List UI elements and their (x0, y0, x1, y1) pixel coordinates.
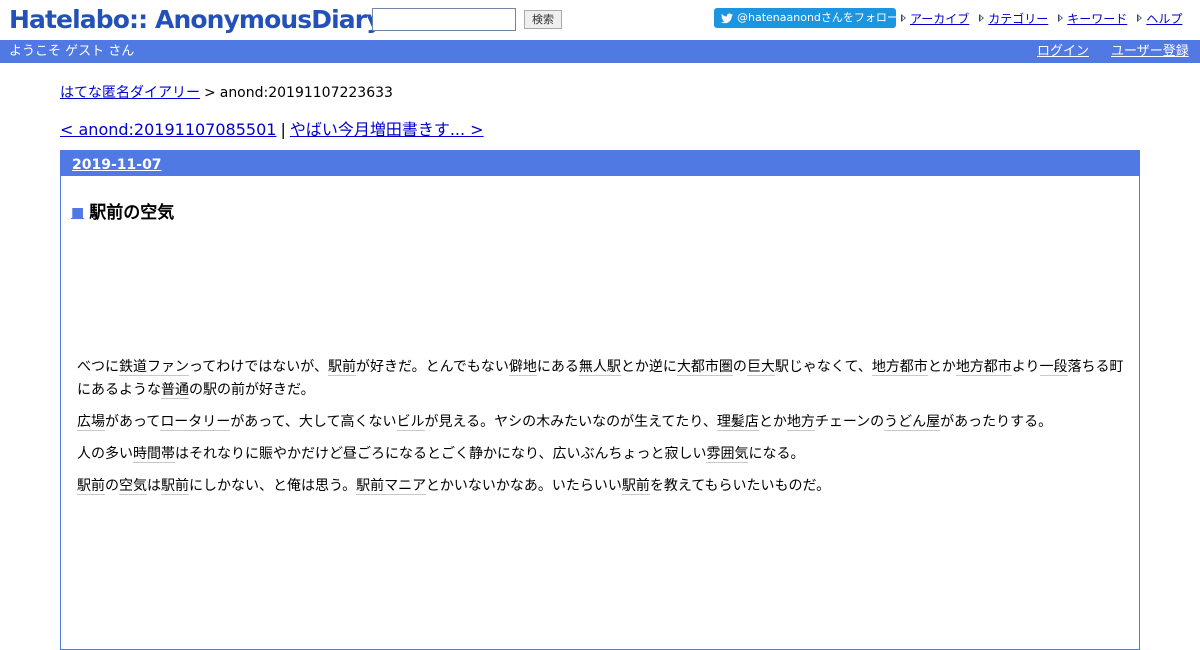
day-section: 2019-11-07 ■ 駅前の空気 べつに鉄道ファンってわけではないが、駅前が… (60, 150, 1140, 650)
breadcrumb: はてな匿名ダイアリー > anond:20191107223633 (60, 84, 393, 102)
keyword-link[interactable]: 駅前 (161, 478, 189, 495)
next-entry-link[interactable]: やばい今月増田書きす... > (290, 120, 484, 139)
body-text-segment: が好きだ。とんでもない (356, 359, 509, 375)
body-paragraph: 人の多い時間帯はそれなりに賑やかだけど昼ごろになるとごく静かになり、広いぶんちょ… (77, 443, 1131, 466)
keyword-link[interactable]: 理髪店 (716, 414, 759, 431)
entry-pager: < anond:20191107085501 | やばい今月増田書きす... > (60, 120, 484, 140)
body-text-segment: にある (536, 359, 579, 375)
keyword-link[interactable]: ビル (396, 414, 425, 431)
body-text-segment: の (732, 359, 747, 375)
login-link[interactable]: ログイン (1037, 43, 1089, 60)
keyword-link[interactable]: 雰囲気 (706, 446, 749, 463)
entry-permalink-square[interactable]: ■ (71, 202, 84, 224)
body-text-segment: とか逆に (620, 359, 677, 375)
body-text-segment: チェーンの (814, 414, 885, 430)
keyword-link[interactable]: 地方都市 (871, 359, 928, 376)
keyword-link[interactable]: うどん屋 (884, 414, 941, 431)
user-bar: ようこそ ゲスト さん ログイン ユーザー登録 (0, 40, 1200, 63)
help-link[interactable]: ヘルプ (1146, 10, 1182, 27)
breadcrumb-home-link[interactable]: はてな匿名ダイアリー (60, 85, 200, 101)
pager-separator: | (280, 120, 286, 139)
body-paragraph: べつに鉄道ファンってわけではないが、駅前が好きだ。とんでもない僻地にある無人駅と… (77, 356, 1131, 402)
body-text-segment: を教えてもらいたいものだ。 (649, 478, 831, 494)
body-text-segment: とか (758, 414, 787, 430)
keyword-link[interactable]: 鉄道ファン (119, 359, 189, 376)
follow-label: @hatenaanondさんをフォロー (737, 11, 896, 24)
breadcrumb-separator: > (204, 85, 216, 101)
chevron-right-icon (979, 14, 985, 22)
help-nav-item: ヘルプ (1137, 10, 1182, 27)
keyword-link[interactable]: 駅前 (356, 478, 385, 495)
category-nav-item: カテゴリー (979, 10, 1048, 27)
entry-body: べつに鉄道ファンってわけではないが、駅前が好きだ。とんでもない僻地にある無人駅と… (77, 356, 1131, 507)
body-text-segment: が見える。ヤシの木みたいなのが生えてたり、 (424, 414, 717, 430)
keyword-link[interactable]: 駅前 (621, 478, 650, 495)
archive-link[interactable]: アーカイブ (910, 10, 969, 27)
keyword-link[interactable]: 一段 (1039, 359, 1068, 376)
keyword-link[interactable]: 地方 (786, 414, 815, 431)
twitter-bird-icon (721, 13, 733, 23)
day-date-link[interactable]: 2019-11-07 (72, 157, 162, 173)
body-text-segment: はそれなりに賑やかだけど昼ごろになるとごく静かになり、広いぶんちょっと寂しい (175, 446, 707, 462)
welcome-text: ようこそ ゲスト さん (9, 44, 135, 59)
entry-title-text: 駅前の空気 (89, 203, 175, 223)
keyword-link[interactable]: キーワード (1067, 10, 1127, 27)
body-text-segment: があって (105, 414, 161, 430)
body-text-segment: 人の多い (77, 446, 133, 462)
body-text-segment: があって、大して高くない (230, 414, 397, 430)
keyword-nav-item: キーワード (1058, 10, 1127, 27)
chevron-right-icon (1058, 14, 1064, 22)
keyword-link[interactable]: 巨大 (746, 359, 775, 376)
body-text-segment: になる。 (748, 446, 805, 462)
keyword-link[interactable]: 大都市圏 (676, 359, 733, 376)
keyword-link[interactable]: 時間帯 (133, 446, 175, 463)
keyword-link[interactable]: 駅前 (328, 359, 357, 376)
day-header: 2019-11-07 (61, 151, 1139, 176)
keyword-link[interactable]: 広場 (77, 414, 105, 431)
keyword-link[interactable]: 無人駅 (578, 359, 621, 376)
chevron-right-icon (901, 14, 906, 22)
body-paragraph: 広場があってロータリーがあって、大して高くないビルが見える。ヤシの木みたいなのが… (77, 411, 1131, 434)
body-text-segment: があったりする。 (940, 414, 1053, 430)
keyword-link[interactable]: 駅前 (77, 478, 105, 495)
search-input[interactable] (372, 8, 516, 31)
body-text-segment: ってわけではないが、 (189, 359, 329, 375)
keyword-link[interactable]: 普通 (161, 382, 189, 399)
keyword-link[interactable]: マニア (384, 478, 426, 495)
keyword-link[interactable]: ロータリー (160, 414, 231, 431)
archive-nav-item: アーカイブ (901, 10, 969, 27)
entry-title: ■ 駅前の空気 (71, 202, 174, 224)
category-link[interactable]: カテゴリー (988, 10, 1048, 27)
twitter-follow-button[interactable]: @hatenaanondさんをフォロー (714, 8, 896, 28)
body-text-segment: の駅の前が好きだ。 (189, 382, 315, 398)
search-button[interactable]: 検索 (524, 10, 562, 29)
keyword-link[interactable]: 空気 (119, 478, 147, 495)
register-link[interactable]: ユーザー登録 (1111, 43, 1189, 60)
body-text-segment: の (105, 478, 119, 494)
body-text-segment: 駅じゃなくて、 (774, 359, 872, 375)
prev-entry-link[interactable]: < anond:20191107085501 (60, 120, 276, 139)
body-text-segment: とか (927, 359, 956, 375)
body-paragraph: 駅前の空気は駅前にしかない、と俺は思う。駅前マニアとかいないかなあ。いたらいい駅… (77, 475, 1131, 498)
body-text-segment: は (147, 478, 161, 494)
body-text-segment: べつに (77, 359, 119, 375)
top-header: Hatelabo:: AnonymousDiary 検索 @hatenaanon… (0, 0, 1200, 40)
body-text-segment: にしかない、と俺は思う。 (189, 478, 357, 494)
chevron-right-icon (1137, 14, 1143, 22)
header-links: アーカイブ カテゴリー キーワード ヘルプ (901, 10, 1192, 26)
site-logo[interactable]: Hatelabo:: AnonymousDiary (9, 4, 382, 36)
keyword-link[interactable]: 地方都市 (955, 359, 1012, 376)
body-text-segment: より (1011, 359, 1040, 375)
keyword-link[interactable]: 僻地 (508, 359, 537, 376)
body-text-segment: とかいないかなあ。いたらいい (425, 478, 622, 494)
breadcrumb-current: anond:20191107223633 (219, 85, 393, 101)
